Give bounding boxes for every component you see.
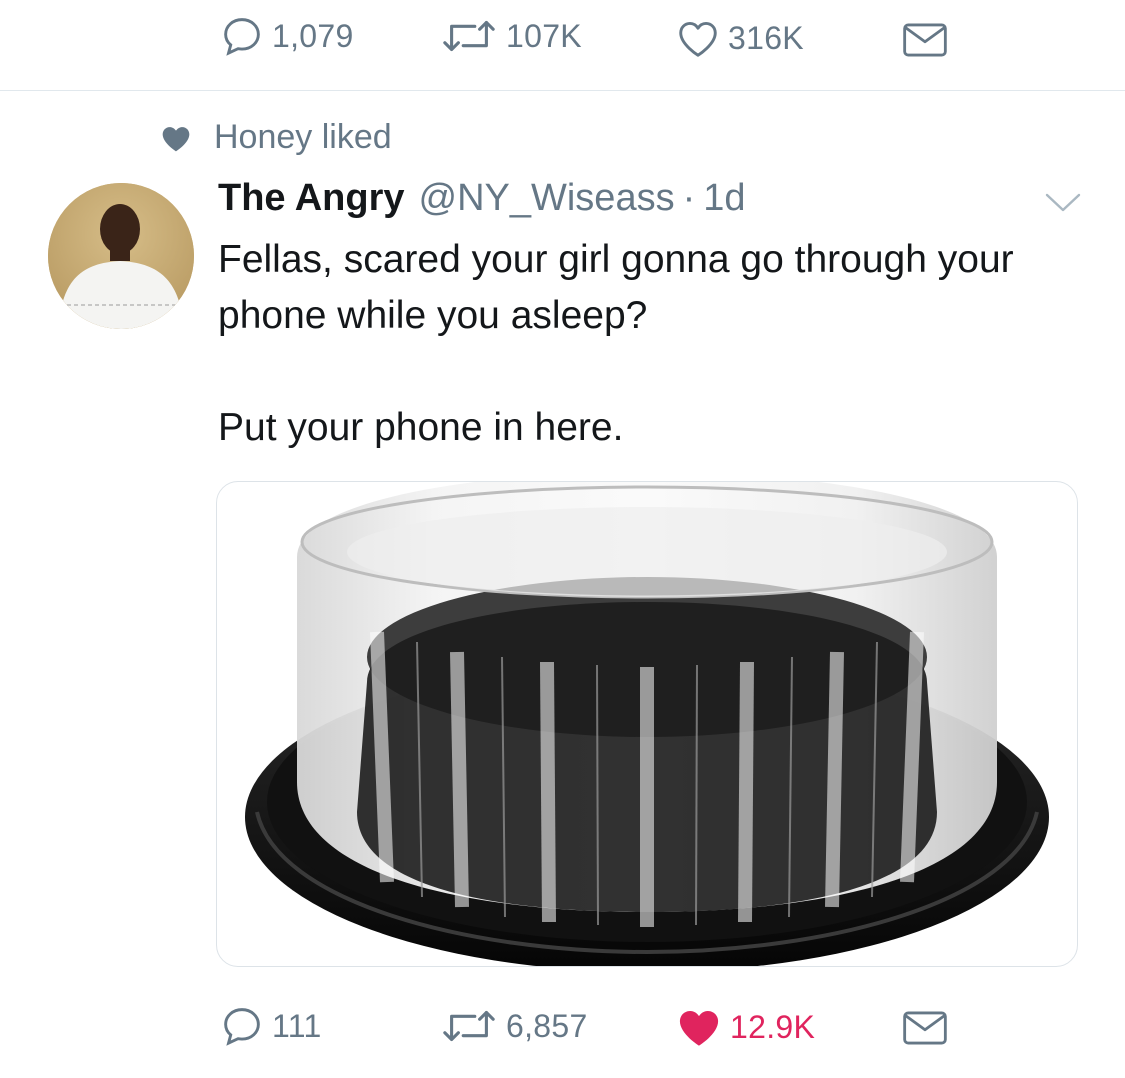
like-icon xyxy=(679,1010,719,1046)
prev-reply-count: 1,079 xyxy=(272,17,354,54)
reply-count: 111 xyxy=(272,1007,322,1044)
heart-small-icon xyxy=(162,126,190,151)
like-button[interactable]: 12.9K xyxy=(676,1006,815,1048)
prev-dm-button[interactable] xyxy=(902,22,948,58)
tweet-divider xyxy=(0,90,1125,91)
prev-like-count: 316K xyxy=(728,19,804,56)
like-icon xyxy=(679,22,717,57)
dm-icon xyxy=(903,23,947,57)
caret-down-icon xyxy=(1045,193,1081,212)
user-handle[interactable]: @NY_Wiseass xyxy=(419,177,675,220)
tweet-text-line-2: Put your phone in here. xyxy=(218,406,624,449)
avatar[interactable] xyxy=(48,183,194,329)
tweet-menu-button[interactable] xyxy=(1043,190,1083,219)
retweet-icon xyxy=(443,20,495,52)
social-context[interactable]: Honey liked xyxy=(160,118,392,157)
tweet-text: Fellas, scared your girl gonna go throug… xyxy=(218,232,1078,456)
reply-icon xyxy=(224,1008,260,1046)
reply-button[interactable]: 111 xyxy=(220,1006,322,1046)
prev-like-button[interactable]: 316K xyxy=(676,18,804,58)
dm-icon xyxy=(903,1011,947,1045)
reply-icon xyxy=(224,18,260,56)
retweet-button[interactable]: 6,857 xyxy=(440,1006,588,1046)
avatar-photo xyxy=(48,183,194,329)
like-count: 12.9K xyxy=(730,1008,816,1045)
header-separator: · xyxy=(682,177,696,219)
retweet-count: 6,857 xyxy=(506,1007,588,1044)
retweet-icon xyxy=(443,1010,495,1042)
tweet-timestamp[interactable]: 1d xyxy=(703,177,745,220)
prev-reply-button[interactable]: 1,079 xyxy=(220,16,354,56)
prev-retweet-button[interactable]: 107K xyxy=(440,16,582,56)
tweet-media-image[interactable] xyxy=(216,481,1078,967)
tweet-text-line-1: Fellas, scared your girl gonna go throug… xyxy=(218,238,1014,337)
dm-button[interactable] xyxy=(902,1010,948,1046)
social-context-text: Honey liked xyxy=(214,118,392,156)
cake-container-image xyxy=(245,482,1049,966)
tweet-header: The Angry @NY_Wiseass · 1d xyxy=(218,177,746,220)
display-name[interactable]: The Angry xyxy=(218,177,405,220)
prev-retweet-count: 107K xyxy=(506,17,582,54)
